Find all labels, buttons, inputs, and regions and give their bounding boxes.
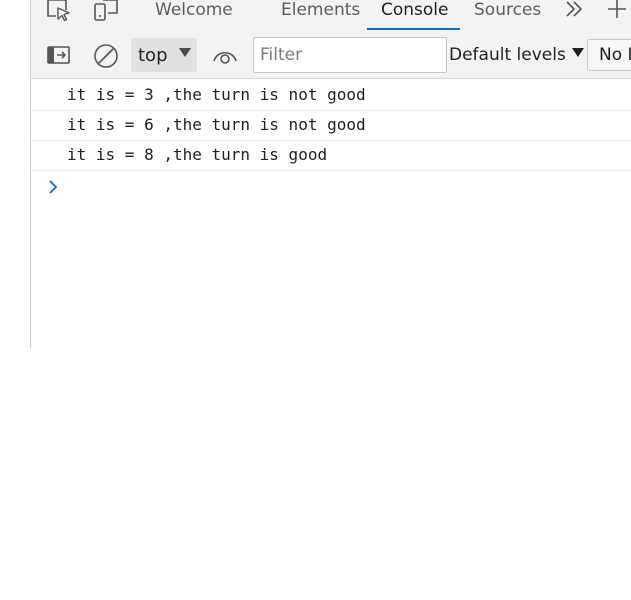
active-tab-indicator: [367, 28, 460, 30]
log-levels-dropdown[interactable]: Default levels: [449, 45, 584, 65]
console-message-row: it is = 6 ,the turn is not good: [31, 111, 631, 141]
tab-label: Welcome: [155, 0, 233, 20]
console-message-list: it is = 3 ,the turn is not good it is = …: [31, 81, 631, 201]
clear-console-icon[interactable]: [93, 43, 119, 73]
console-message-row: it is = 3 ,the turn is not good: [31, 81, 631, 111]
tab-console[interactable]: Console: [381, 0, 449, 31]
console-toolbar: top Default levels No I: [31, 32, 631, 79]
tab-label: Elements: [281, 0, 361, 20]
tab-label: Console: [381, 0, 449, 20]
inspect-element-icon[interactable]: [45, 0, 71, 26]
add-tab-icon[interactable]: [605, 0, 629, 26]
tab-welcome[interactable]: Welcome: [155, 0, 233, 31]
tab-sources[interactable]: Sources: [474, 0, 541, 31]
dropdown-arrow-icon: [179, 48, 191, 57]
more-tabs-icon[interactable]: [564, 0, 584, 25]
console-prompt[interactable]: [31, 171, 631, 201]
devtools-panel: Welcome Elements Console Sources top Fil…: [30, 0, 631, 348]
console-message-row: it is = 8 ,the turn is good: [31, 141, 631, 171]
dropdown-arrow-icon: [571, 48, 584, 57]
tab-elements[interactable]: Elements: [281, 0, 360, 31]
devtools-tab-bar: Welcome Elements Console Sources: [31, 0, 631, 33]
context-selector-value: top: [138, 45, 168, 66]
sidebar-toggle-icon[interactable]: [46, 44, 72, 70]
log-levels-label: Default levels: [449, 45, 566, 65]
prompt-chevron-icon: [47, 179, 59, 199]
context-selector[interactable]: top: [131, 38, 197, 72]
issues-button[interactable]: No I: [587, 39, 631, 71]
console-message-text: it is = 8 ,the turn is good: [67, 145, 328, 164]
issues-button-label: No I: [599, 45, 631, 65]
live-expression-icon[interactable]: [211, 45, 239, 71]
console-message-text: it is = 6 ,the turn is not good: [67, 115, 366, 134]
console-message-text: it is = 3 ,the turn is not good: [67, 85, 366, 104]
filter-input[interactable]: [253, 37, 447, 73]
device-emulation-icon[interactable]: [92, 0, 120, 26]
tab-label: Sources: [474, 0, 542, 20]
